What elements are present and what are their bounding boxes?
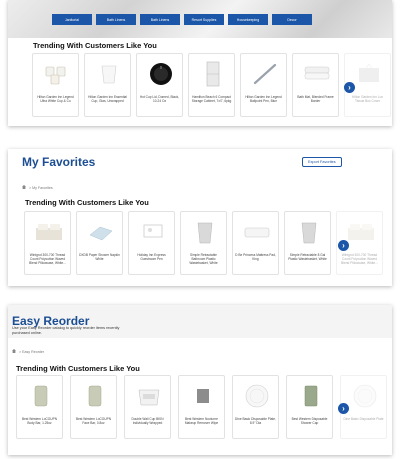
product-card[interactable]: Hilton Garden Inn Legend Ultra White Cup…: [32, 53, 79, 117]
mattress-icon: [241, 218, 272, 246]
breadcrumb: > Easy Reorder: [12, 349, 44, 354]
product-card[interactable]: Hilton Garden Inn Legend Ballpoint Pen, …: [240, 53, 287, 117]
product-name[interactable]: Holiday Inn Express Guestroom Pen: [131, 253, 172, 265]
trending-title: Trending With Customers Like You: [33, 41, 157, 50]
product-card[interactable]: DXDB Paper Shower Napkin White: [76, 211, 123, 275]
product-name[interactable]: Bath Mat, Blended Frame Border: [295, 95, 336, 107]
carousel-next-button[interactable]: ›: [344, 82, 355, 93]
product-name[interactable]: DXDB Paper Shower Napkin White: [79, 253, 120, 265]
trending-title: Trending With Customers Like You: [16, 364, 140, 373]
product-name[interactable]: Hot Cup Lid, Domed, Black, 10-24 Oz: [139, 95, 180, 107]
product-card[interactable]: Simple Retractable Bathroom Plastic Wast…: [180, 211, 227, 275]
soap-bar-icon: [25, 382, 56, 410]
category-button[interactable]: Bath Linens: [96, 14, 136, 25]
product-name[interactable]: Simple Retractable Bathroom Plastic Wast…: [183, 253, 224, 265]
product-card[interactable]: Bath Mat, Blended Frame Border: [292, 53, 339, 117]
page-title: My Favorites: [22, 155, 96, 169]
breadcrumb: > My Favorites: [22, 185, 53, 190]
wastebasket-icon: [293, 218, 324, 246]
svg-text:·: ·: [108, 73, 109, 77]
bedding-icon: [33, 218, 64, 246]
category-button[interactable]: Janitorial: [52, 14, 92, 25]
home-icon[interactable]: [22, 185, 26, 189]
product-name[interactable]: Wintgrut 300-700 Thread Count Polycotton…: [27, 253, 68, 265]
category-button[interactable]: Resort Supplies: [184, 14, 224, 25]
product-card[interactable]: Simple Retractable 8 Gal Plastic Wasteba…: [284, 211, 331, 275]
tissue-box-icon: [353, 60, 384, 88]
carousel-next-button[interactable]: ›: [338, 240, 349, 251]
product-name[interactable]: Best Western LoCOUPN Body Bar, 1.25oz: [19, 417, 60, 429]
export-favorites-button[interactable]: Export Favorites: [302, 157, 342, 167]
product-name[interactable]: Best Western Disposable Shower Cap: [289, 417, 330, 429]
product-card[interactable]: Dine Basic Disposable Plate, 8.9" Dia: [232, 375, 279, 439]
breadcrumb-current: My Favorites: [32, 186, 53, 190]
product-card[interactable]: Double Wall Cup BKIN Individually Wrappe…: [124, 375, 171, 439]
product-name[interactable]: Best Western Nocturne Makeup Remover Wip…: [181, 417, 222, 429]
placeholder-icon: [137, 218, 168, 246]
product-name[interactable]: Hilton Garden Inn Lux Tissue Box Cover: [347, 95, 388, 107]
category-button[interactable]: Housekeeping: [228, 14, 268, 25]
product-name[interactable]: Double Wall Cup BKIN Individually Wrappe…: [127, 417, 168, 429]
category-button[interactable]: Bath Linens: [140, 14, 180, 25]
product-name[interactable]: Simple Retractable 8 Gal Plastic Wasteba…: [287, 253, 328, 265]
hero-banner: Janitorial Bath Linens Bath Linens Resor…: [8, 0, 392, 38]
easy-reorder-panel: Easy Reorder Use your Easy Reorder catal…: [8, 305, 392, 455]
product-card[interactable]: Best Western LoCOUPN Body Bar, 1.25oz: [16, 375, 63, 439]
product-name[interactable]: Hilton Garden Inn Legend Ballpoint Pen, …: [243, 95, 284, 107]
category-button[interactable]: Decor: [272, 14, 312, 25]
plate-icon: [349, 382, 380, 410]
wastebasket-icon: [189, 218, 220, 246]
product-name[interactable]: Best Western LoCOUPN Face Bar, 0.8oz: [73, 417, 114, 429]
shower-cap-icon: [295, 382, 326, 410]
cups-stack-icon: ·: [93, 60, 124, 88]
bedding-icon: [345, 218, 376, 246]
product-card[interactable]: Hamilton Beach 6 Compact Storage Cabinet…: [188, 53, 235, 117]
soap-bar-icon: [79, 382, 110, 410]
product-name[interactable]: Dine Basic Disposable Plate: [343, 417, 384, 429]
page-description: Use your Easy Reorder catalog to quickly…: [12, 326, 120, 335]
black-lid-icon: [145, 60, 176, 88]
product-name[interactable]: Hilton Garden Inn Essential Cup, Glas, U…: [87, 95, 128, 107]
pen-icon: [249, 60, 280, 88]
wipe-icon: [187, 382, 218, 410]
product-card[interactable]: Hot Cup Lid, Domed, Black, 10-24 Oz: [136, 53, 183, 117]
product-name[interactable]: Wintgrut 300-700 Thread Count Polycotton…: [339, 253, 380, 265]
product-card[interactable]: Best Western LoCOUPN Face Bar, 0.8oz: [70, 375, 117, 439]
product-name[interactable]: Hamilton Beach 6 Compact Storage Cabinet…: [191, 95, 232, 107]
favorites-panel: My Favorites Export Favorites > My Favor…: [8, 149, 392, 286]
trending-title: Trending With Customers Like You: [25, 198, 149, 207]
product-card[interactable]: D Be Princess Mattress Pad, King: [232, 211, 279, 275]
breadcrumb-current: Easy Reorder: [22, 350, 45, 354]
product-card[interactable]: Best Western Nocturne Makeup Remover Wip…: [178, 375, 225, 439]
mug-set-icon: [41, 60, 72, 88]
product-card[interactable]: Best Western Disposable Shower Cap: [286, 375, 333, 439]
cabinet-icon: [197, 60, 228, 88]
category-buttons: Janitorial Bath Linens Bath Linens Resor…: [52, 14, 312, 25]
trending-panel-top: Janitorial Bath Linens Bath Linens Resor…: [8, 0, 392, 126]
carousel-next-button[interactable]: ›: [338, 403, 349, 414]
napkin-icon: [85, 218, 116, 246]
towel-stack-icon: [301, 60, 332, 88]
cup-bucket-icon: [133, 382, 164, 410]
product-name[interactable]: Hilton Garden Inn Legend Ultra White Cup…: [35, 95, 76, 107]
product-card[interactable]: · Hilton Garden Inn Essential Cup, Glas, …: [84, 53, 131, 117]
home-icon[interactable]: [12, 349, 16, 353]
product-card[interactable]: Wintgrut 300-700 Thread Count Polycotton…: [24, 211, 71, 275]
plate-icon: [241, 382, 272, 410]
product-name[interactable]: D Be Princess Mattress Pad, King: [235, 253, 276, 265]
product-card[interactable]: Holiday Inn Express Guestroom Pen: [128, 211, 175, 275]
product-name[interactable]: Dine Basic Disposable Plate, 8.9" Dia: [235, 417, 276, 429]
